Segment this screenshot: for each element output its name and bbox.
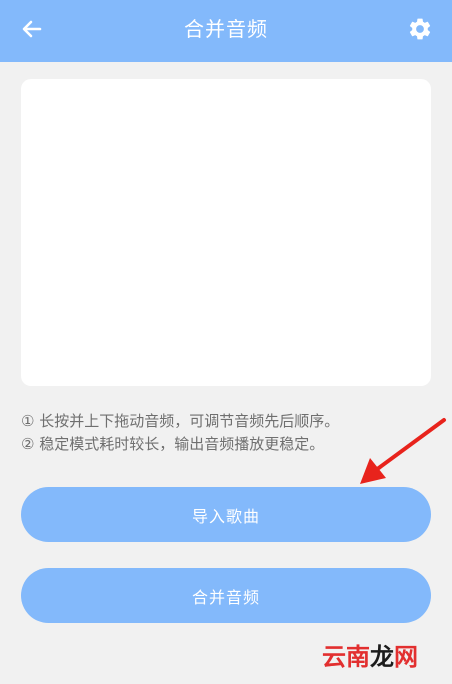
tip-reorder: ① 长按并上下拖动音频，可调节音频先后顺序。 [21,412,340,430]
gear-icon [407,16,433,46]
app-header: 合并音频 [0,0,452,62]
merge-audio-button[interactable]: 合并音频 [21,568,431,623]
page-title: 合并音频 [184,17,268,41]
tips: ① 长按并上下拖动音频，可调节音频先后顺序。 ② 稳定模式耗时较长，输出音频播放… [21,410,441,456]
watermark-logo: 云南龙网 [322,643,418,671]
audio-list[interactable] [21,79,431,386]
import-songs-button[interactable]: 导入歌曲 [21,487,431,542]
settings-button[interactable] [398,9,442,53]
tip-stable-mode: ② 稳定模式耗时较长，输出音频播放更稳定。 [21,435,325,453]
